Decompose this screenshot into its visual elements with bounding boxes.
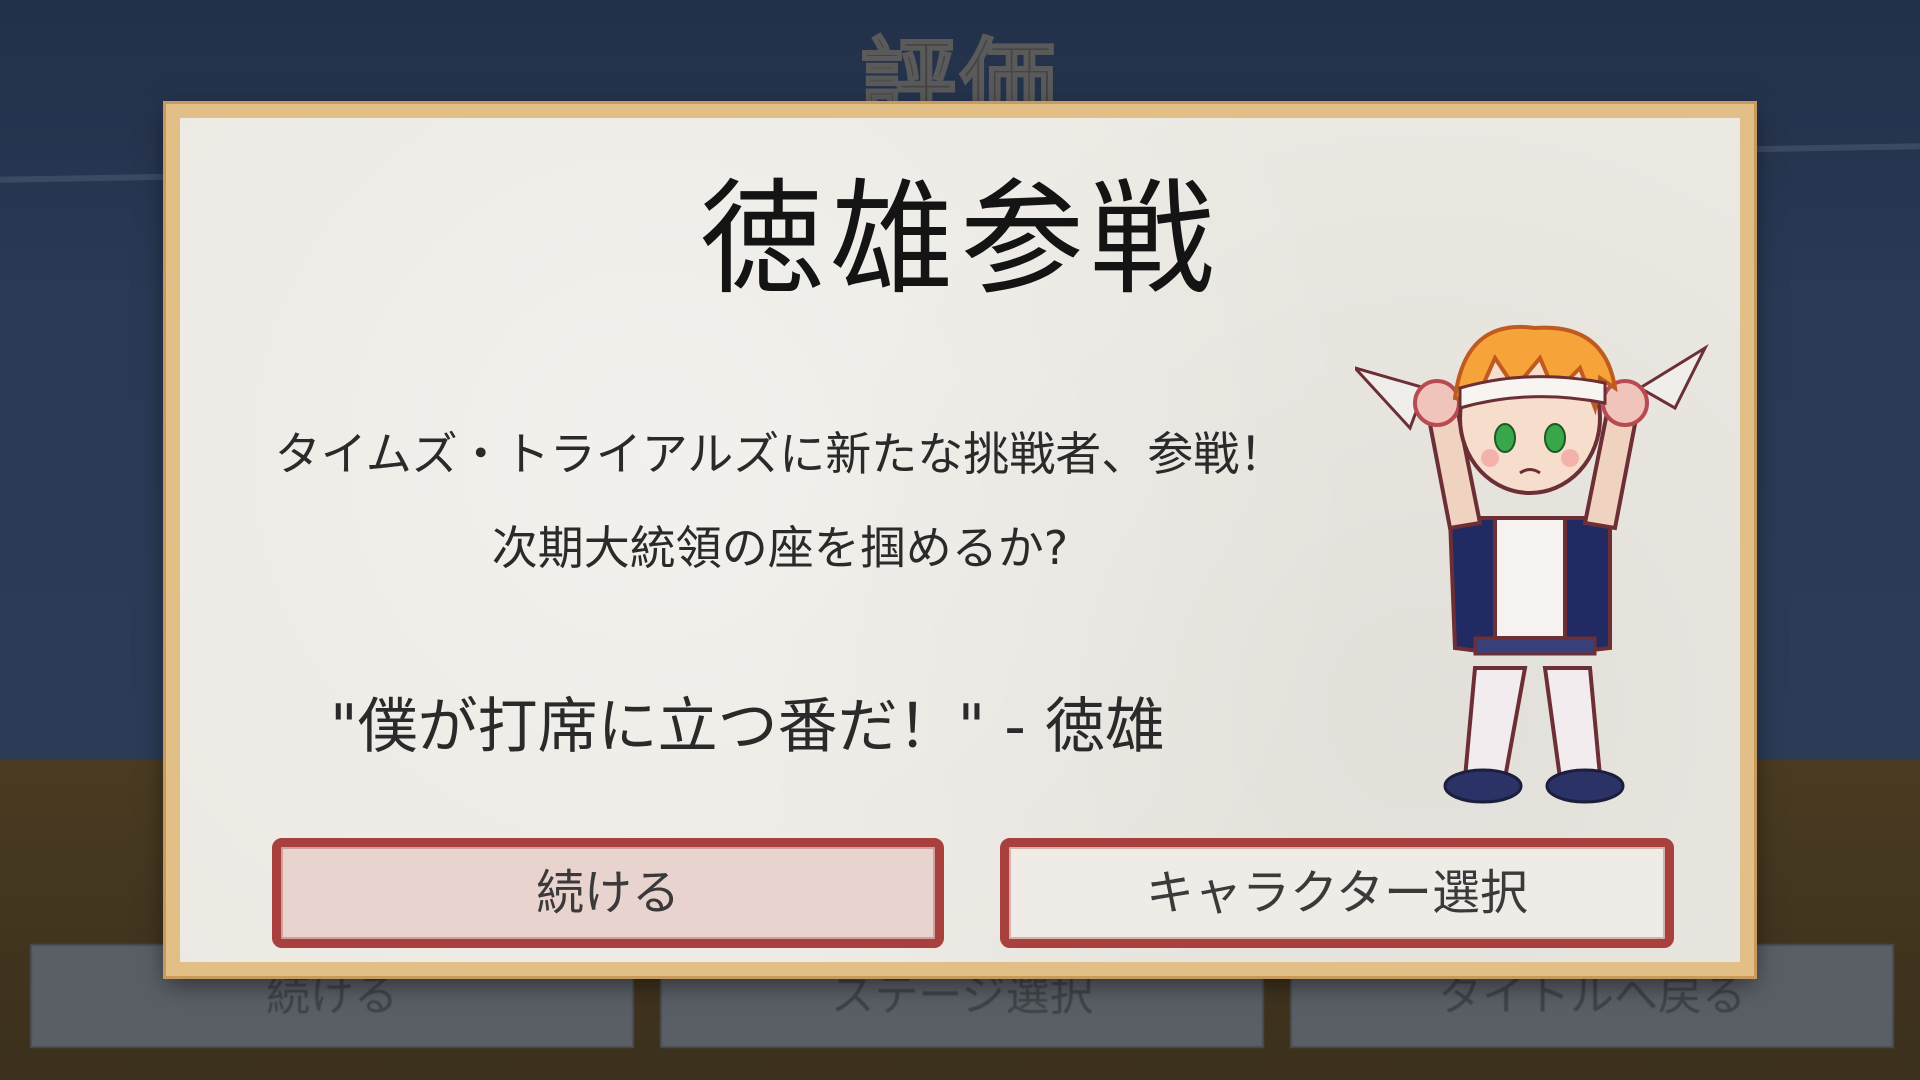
character-select-button[interactable]: キャラクター選択: [1000, 838, 1674, 948]
character-portrait-icon: [1355, 324, 1709, 804]
character-quote: "僕が打席に立つ番だ！" - 徳雄: [330, 692, 1165, 762]
dialog-message-line-1: タイムズ・トライアルズに新たな挑戦者、参戦！: [274, 427, 1286, 481]
new-challenger-dialog: 徳雄参戦 タイムズ・トライアルズに新たな挑戦者、参戦！ 次期大統領の座を掴めるか…: [166, 104, 1754, 976]
continue-button[interactable]: 続ける: [272, 838, 944, 948]
dialog-title: 徳雄参戦: [699, 168, 1220, 312]
dialog-message-line-2: 次期大統領の座を掴めるか?: [491, 521, 1069, 575]
